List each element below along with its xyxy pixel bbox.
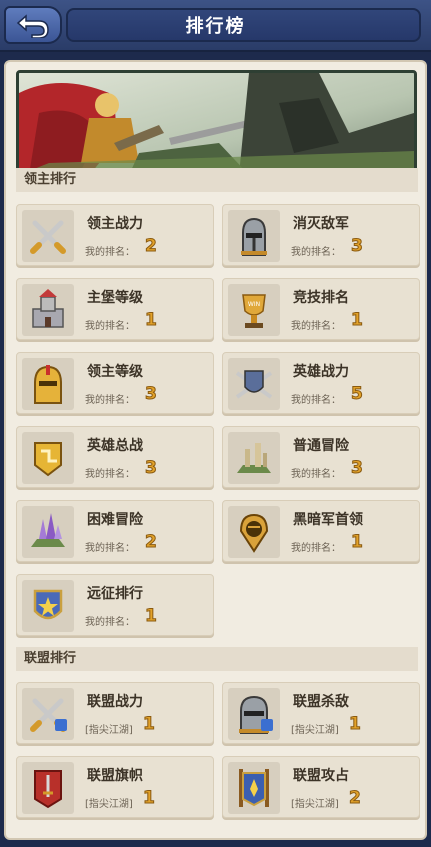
alliance-rank-card[interactable]: 联盟战力 [指尖江湖] 1 (16, 682, 214, 744)
alliance-rank-card-rank-label: [指尖江湖] (85, 725, 133, 736)
alliance-rank-card[interactable]: 联盟杀敌 [指尖江湖] 1 (222, 682, 420, 744)
lord-rank-card[interactable]: WIN 竞技排名我的排名： 1 (222, 278, 420, 340)
section-header-alliance-ranking: 联盟排行 (16, 647, 418, 671)
lord-rank-card-rank-number: 3 (351, 236, 364, 257)
gold-badge-icon (22, 432, 74, 484)
trophy-icon: WIN (228, 284, 280, 336)
lord-rank-card-rank-label: 我的排名： (291, 395, 341, 406)
alliance-rank-card-label: 联盟旗帜 (87, 768, 143, 784)
lord-rank-card-rank-label: 我的排名： (85, 247, 135, 258)
banner-crest-icon (228, 762, 280, 814)
castle-icon (22, 284, 74, 336)
lord-rank-card-rank-number: 1 (351, 532, 364, 553)
lord-rank-card-rank-label: 我的排名： (85, 395, 135, 406)
section-header-lord-ranking: 领主排行 (16, 168, 418, 192)
lord-rank-card[interactable]: 黑暗军首领我的排名： 1 (222, 500, 420, 562)
alliance-rank-card-label: 联盟攻占 (293, 768, 349, 784)
lord-rank-card-rank-number: 3 (145, 458, 158, 479)
back-button[interactable] (4, 6, 62, 44)
lord-rank-card[interactable]: 领主等级我的排名： 3 (16, 352, 214, 414)
top-bar: 排行榜 (0, 0, 431, 52)
lord-rank-card[interactable]: 领主战力我的排名： 2 (16, 204, 214, 266)
leaderboard-panel: 领主排行 联盟排行 领主战力 我的排名： 2 消灭敌军 我的排名： 3 主堡等级 我的排名： 1… (4, 60, 427, 840)
lord-rank-card-label: 主堡等级 (87, 290, 143, 306)
alliance-rank-card-label: 联盟战力 (87, 694, 143, 710)
lord-rank-card-rank-number: 2 (145, 236, 158, 257)
lord-rank-card[interactable]: 英雄战力我的排名： 5 (222, 352, 420, 414)
alliance-rank-card-rank-number: 1 (143, 714, 156, 735)
lord-rank-card[interactable]: 英雄总战我的排名： 3 (16, 426, 214, 488)
page-title-bar: 排行榜 (66, 8, 421, 42)
lord-rank-card-label: 领主战力 (87, 216, 143, 232)
lord-rank-card[interactable]: 主堡等级我的排名： 1 (16, 278, 214, 340)
gold-helmet-icon (22, 358, 74, 410)
lord-rank-card-rank-label: 我的排名： (85, 617, 135, 628)
battle-scene-illustration (19, 73, 414, 175)
lord-rank-card-rank-number: 1 (351, 310, 364, 331)
lord-rank-card-label: 消灭敌军 (293, 216, 349, 232)
alliance-rank-card-rank-label: [指尖江湖] (85, 799, 133, 810)
lord-rank-card-rank-number: 3 (145, 384, 158, 405)
star-shield-icon (22, 580, 74, 632)
crossed-swords-icon (22, 210, 74, 262)
lord-rank-card-label: 远征排行 (87, 586, 143, 602)
lord-rank-card[interactable]: 消灭敌军我的排名： 3 (222, 204, 420, 266)
lord-rank-card-label: 困难冒险 (87, 512, 143, 528)
alliance-rank-card-rank-number: 1 (349, 714, 362, 735)
lord-rank-card-rank-label: 我的排名： (291, 247, 341, 258)
alliance-rank-card-rank-number: 2 (349, 788, 362, 809)
page-title: 排行榜 (185, 16, 246, 37)
alliance-rank-card-label: 联盟杀敌 (293, 694, 349, 710)
lord-rank-card[interactable]: 远征排行我的排名： 1 (16, 574, 214, 636)
ruins-icon (228, 432, 280, 484)
knight-helmet-icon (228, 210, 280, 262)
lord-rank-card-rank-number: 1 (145, 310, 158, 331)
lord-rank-card-rank-label: 我的排名： (291, 543, 341, 554)
alliance-rank-card-rank-number: 1 (143, 788, 156, 809)
lord-rank-card-rank-label: 我的排名： (85, 543, 135, 554)
alliance-helmet-icon (228, 688, 280, 740)
alliance-rank-card-rank-label: [指尖江湖] (291, 725, 339, 736)
lord-rank-card-label: 领主等级 (87, 364, 143, 380)
lord-rank-card-rank-label: 我的排名： (291, 321, 341, 332)
shield-swords-icon (228, 358, 280, 410)
alliance-rank-card[interactable]: 联盟旗帜 [指尖江湖] 1 (16, 756, 214, 818)
hero-banner-image (16, 70, 417, 178)
alliance-rank-card[interactable]: 联盟攻占 [指尖江湖] 2 (222, 756, 420, 818)
banner-sword-icon (22, 762, 74, 814)
lord-rank-card-rank-label: 我的排名： (85, 469, 135, 480)
lord-rank-card-label: 普通冒险 (293, 438, 349, 454)
lord-rank-card[interactable]: 普通冒险我的排名： 3 (222, 426, 420, 488)
lord-rank-card-rank-number: 5 (351, 384, 364, 405)
lord-rank-card-rank-number: 2 (145, 532, 158, 553)
lord-rank-card-label: 英雄战力 (293, 364, 349, 380)
lord-rank-card-rank-number: 1 (145, 606, 158, 627)
back-arrow-icon (16, 14, 49, 38)
lord-rank-card-label: 竞技排名 (293, 290, 349, 306)
lord-rank-card-label: 英雄总战 (87, 438, 143, 454)
lord-rank-card-rank-label: 我的排名： (85, 321, 135, 332)
alliance-swords-icon (22, 688, 74, 740)
lord-rank-card[interactable]: 困难冒险我的排名： 2 (16, 500, 214, 562)
lord-rank-card-rank-label: 我的排名： (291, 469, 341, 480)
lord-rank-card-label: 黑暗军首领 (293, 512, 363, 528)
crystal-ruins-icon (22, 506, 74, 558)
svg-text:WIN: WIN (248, 301, 260, 308)
lord-rank-card-rank-number: 3 (351, 458, 364, 479)
alliance-rank-card-rank-label: [指尖江湖] (291, 799, 339, 810)
spartan-pin-icon (228, 506, 280, 558)
